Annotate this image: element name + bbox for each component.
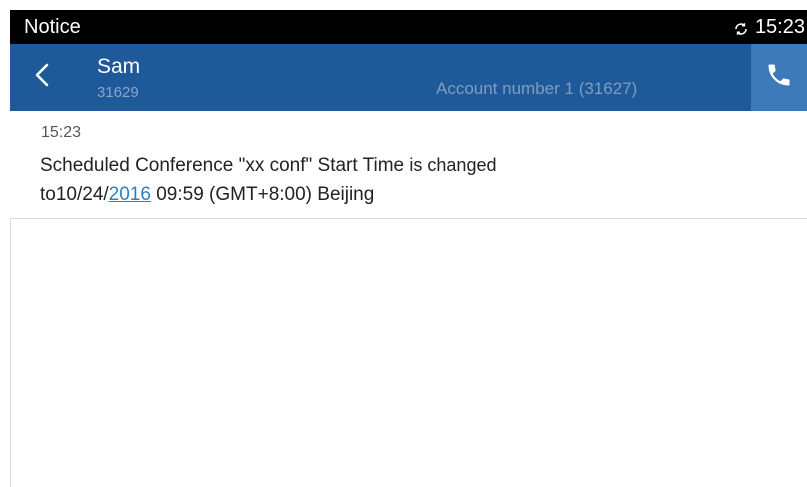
sync-icon — [733, 20, 749, 36]
call-button[interactable] — [751, 44, 807, 111]
status-time: 15:23 — [754, 16, 805, 38]
message-item[interactable]: 15:23 Scheduled Conference "xx conf" Sta… — [10, 111, 807, 219]
message-text: Scheduled Conference "xx conf" Start Tim… — [40, 151, 780, 209]
contact-number: 31629 — [97, 84, 139, 101]
message-text-part4: 09:59 (GMT+8:00) Beijing — [150, 184, 375, 205]
message-link[interactable]: 2016 — [109, 184, 151, 205]
contact-name: Sam — [97, 55, 141, 78]
account-label: Account number 1 (31627) — [436, 79, 638, 98]
back-button[interactable] — [26, 60, 58, 94]
status-indicators: 15:23 — [733, 16, 805, 39]
divider — [10, 218, 11, 487]
status-title: Notice — [24, 16, 81, 38]
message-time: 15:23 — [41, 124, 82, 141]
phone-icon — [765, 61, 793, 94]
message-text-part2: is changed — [409, 155, 497, 175]
chevron-left-icon — [34, 62, 50, 93]
status-bar: Notice 15:23 — [10, 10, 807, 44]
conversation-header: Sam 31629 Account number 1 (31627) — [10, 44, 807, 111]
message-text-part1: Scheduled Conference "xx conf" Start Tim… — [40, 155, 405, 176]
message-text-part3: to10/24/ — [40, 184, 109, 205]
